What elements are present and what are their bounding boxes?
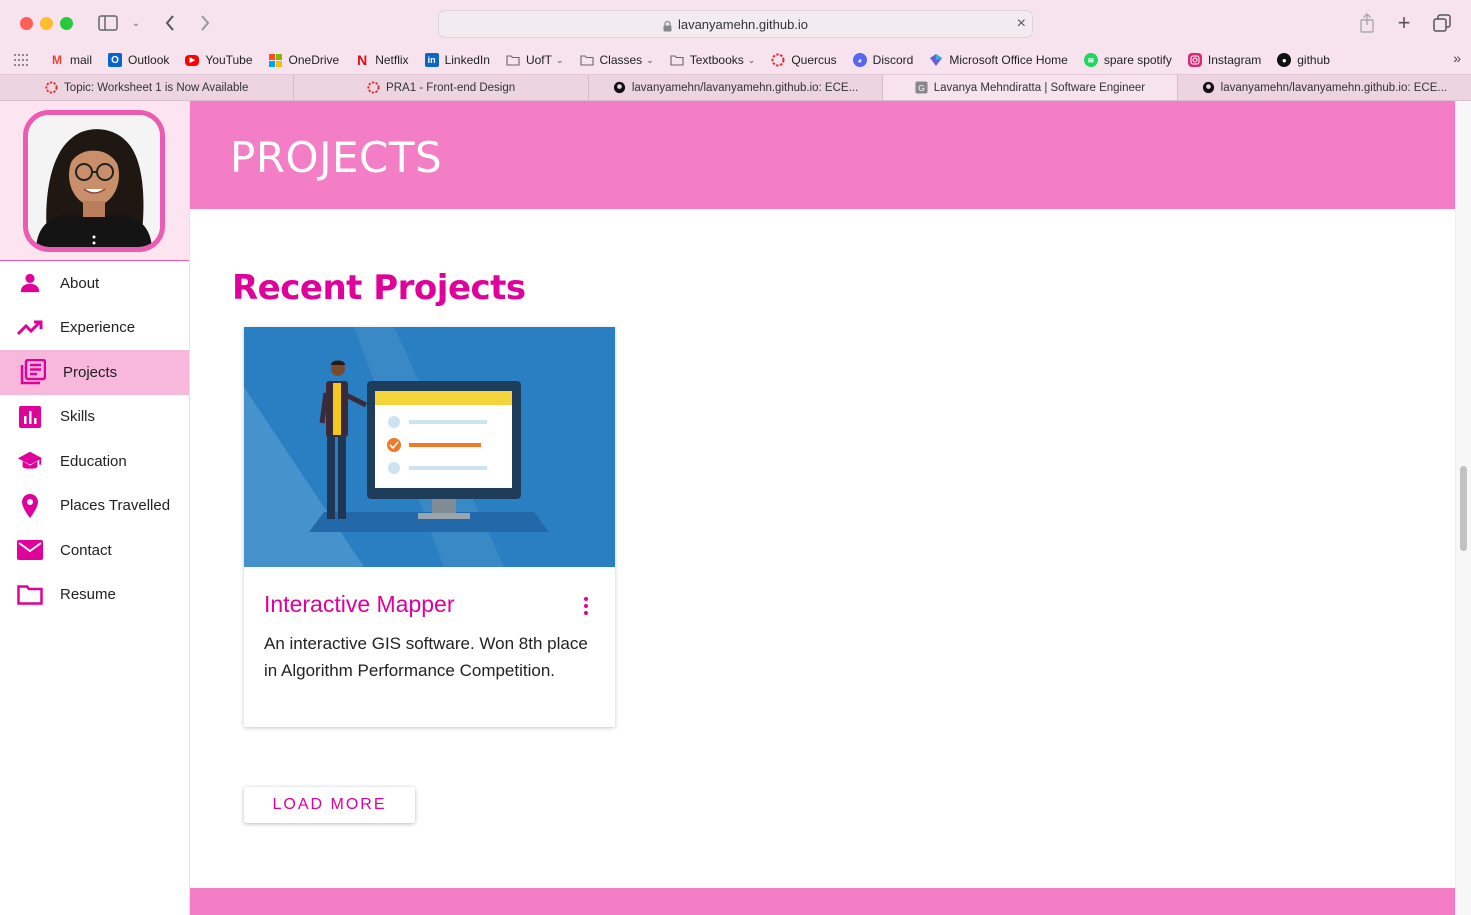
sidebar-item-education[interactable]: Education	[0, 439, 189, 484]
browser-tab[interactable]: PRA1 - Front-end Design	[294, 75, 589, 100]
bookmark-mail[interactable]: Mmail	[42, 48, 100, 72]
quercus-icon	[45, 81, 58, 94]
bookmark-onedrive[interactable]: OneDrive	[261, 48, 348, 72]
back-button[interactable]	[160, 12, 180, 34]
linkedin-icon: in	[424, 53, 439, 67]
new-tab-button[interactable]: +	[1393, 10, 1415, 35]
chevron-down-icon[interactable]: ⌄	[128, 12, 144, 34]
tab-overview-icon[interactable]	[1431, 12, 1453, 34]
gmail-icon: M	[52, 53, 62, 67]
bookmark-linkedin[interactable]: in LinkedIn	[417, 48, 498, 72]
sidebar-toggle-icon[interactable]	[96, 12, 120, 34]
chevron-down-icon: ⌄	[646, 54, 654, 65]
mail-icon	[17, 537, 43, 563]
avatar	[23, 110, 165, 252]
quercus-icon	[367, 81, 380, 94]
location-pin-icon	[17, 493, 43, 519]
tab-bar: Topic: Worksheet 1 is Now Available PRA1…	[0, 74, 1471, 101]
discord-icon: ◕	[852, 53, 867, 67]
github-icon	[1202, 81, 1215, 94]
svg-text:G: G	[918, 83, 925, 93]
folder-icon	[17, 582, 43, 608]
instagram-icon	[1187, 53, 1202, 67]
bookmark-folder-textbooks[interactable]: Textbooks ⌄	[662, 48, 764, 72]
spotify-icon: ≋	[1083, 53, 1098, 67]
sidebar-item-skills[interactable]: Skills	[0, 395, 189, 440]
share-icon[interactable]	[1357, 12, 1377, 34]
more-vert-icon[interactable]	[583, 597, 589, 615]
netflix-icon: N	[357, 52, 368, 68]
github-icon	[613, 81, 626, 94]
page-footer	[190, 888, 1455, 915]
trending-up-icon	[17, 315, 43, 341]
bookmark-quercus[interactable]: Quercus	[763, 48, 844, 72]
bar-chart-icon	[17, 404, 43, 430]
forward-button[interactable]	[195, 12, 215, 34]
school-icon	[17, 448, 43, 474]
sidebar-item-places-travelled[interactable]: Places Travelled	[0, 484, 189, 529]
microsoft-icon	[269, 53, 283, 67]
folder-icon	[506, 53, 520, 67]
bookmark-github[interactable]: ● github	[1269, 48, 1338, 72]
project-description: An interactive GIS software. Won 8th pla…	[264, 634, 588, 680]
page-title: PROJECTS	[230, 133, 443, 182]
bookmark-outlook[interactable]: O Outlook	[100, 48, 177, 72]
bookmark-spotify[interactable]: ≋ spare spotify	[1076, 48, 1180, 72]
close-window-button[interactable]	[20, 17, 33, 30]
browser-toolbar: ⌄ lavanyamehn.github.io × +	[0, 0, 1471, 46]
close-icon[interactable]: ×	[1017, 15, 1026, 33]
bookmark-youtube[interactable]: ▶ YouTube	[177, 48, 260, 72]
browser-tab[interactable]: lavanyamehn/lavanyamehn.github.io: ECE..…	[589, 75, 884, 100]
project-image	[244, 327, 615, 567]
zoom-window-button[interactable]	[60, 17, 73, 30]
sidebar-item-resume[interactable]: Resume	[0, 573, 189, 618]
project-title[interactable]: Interactive Mapper	[264, 591, 454, 618]
bookmark-folder-classes[interactable]: Classes ⌄	[572, 48, 662, 72]
sidebar: About Experience Projects Skills Educati…	[0, 101, 190, 915]
scrollbar[interactable]	[1455, 101, 1471, 915]
bookmark-folder-uoft[interactable]: UofT ⌄	[498, 48, 572, 72]
address-bar[interactable]: lavanyamehn.github.io ×	[438, 10, 1033, 38]
bookmark-office-home[interactable]: Microsoft Office Home	[921, 48, 1075, 72]
folder-icon	[579, 53, 594, 67]
browser-tab[interactable]: Topic: Worksheet 1 is Now Available	[0, 75, 295, 100]
sidebar-item-experience[interactable]: Experience	[0, 306, 189, 351]
section-title: Recent Projects	[232, 268, 526, 308]
sidebar-nav: About Experience Projects Skills Educati…	[0, 261, 189, 617]
browser-tab[interactable]: lavanyamehn/lavanyamehn.github.io: ECE..…	[1178, 75, 1471, 100]
bookmark-discord[interactable]: ◕ Discord	[845, 48, 922, 72]
scrollbar-thumb[interactable]	[1460, 466, 1467, 551]
project-card[interactable]: Interactive Mapper An interactive GIS so…	[244, 327, 615, 727]
github-icon: ●	[1277, 53, 1292, 67]
folder-icon	[670, 53, 684, 67]
bookmark-instagram[interactable]: Instagram	[1180, 48, 1269, 72]
person-icon	[17, 270, 43, 296]
sidebar-item-about[interactable]: About	[0, 261, 189, 306]
url-text: lavanyamehn.github.io	[677, 16, 809, 32]
library-books-icon	[20, 359, 46, 385]
outlook-icon: O	[108, 53, 123, 67]
site-icon: G	[915, 81, 928, 94]
sidebar-item-projects[interactable]: Projects	[0, 350, 189, 395]
minimize-window-button[interactable]	[40, 17, 53, 30]
sidebar-item-contact[interactable]: Contact	[0, 528, 189, 573]
lock-icon	[663, 20, 672, 32]
profile-header	[0, 101, 189, 261]
chevron-down-icon: ⌄	[555, 54, 564, 65]
youtube-icon: ▶	[185, 54, 200, 66]
apps-grid-icon[interactable]	[0, 48, 42, 72]
bookmark-netflix[interactable]: N Netflix	[347, 48, 416, 72]
browser-tab-active[interactable]: G Lavanya Mehndiratta | Software Engineer	[883, 75, 1178, 100]
quercus-icon	[771, 53, 785, 67]
more-bookmarks-icon[interactable]: »	[1453, 50, 1461, 66]
page-header: PROJECTS	[190, 101, 1455, 209]
bookmarks-bar: Mmail O Outlook ▶ YouTube OneDrive N Netfli…	[0, 46, 1471, 74]
load-more-button[interactable]: LOAD MORE	[244, 787, 415, 823]
office-icon	[929, 53, 943, 67]
chevron-down-icon: ⌄	[747, 54, 756, 65]
